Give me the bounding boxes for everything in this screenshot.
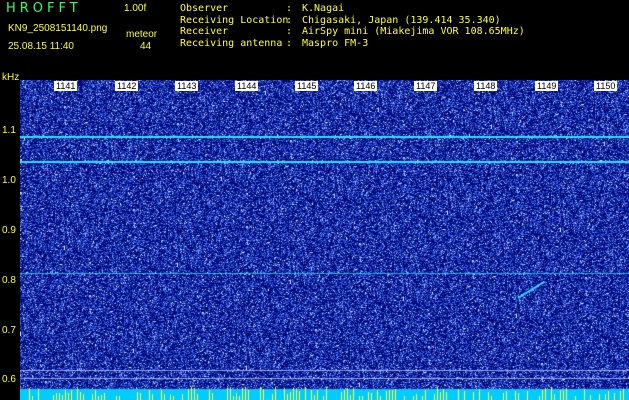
meta-separator: : <box>286 14 293 26</box>
y-tick-label: 0.6 <box>2 374 16 385</box>
meta-receiver: Receiver : AirSpy mini (Miakejima VOR 10… <box>180 26 525 38</box>
y-tick-label: 1.0 <box>2 175 16 186</box>
y-tick-label: 0.8 <box>2 275 16 286</box>
version-label: 1.00f <box>124 3 147 14</box>
meta-value: AirSpy mini (Miakejima VOR 108.65MHz) <box>302 26 525 37</box>
spectrogram-plot[interactable] <box>20 80 629 400</box>
app-title: HROFFT <box>6 1 82 16</box>
x-tick-label: 1145 <box>295 81 319 91</box>
meta-label: Receiving Location <box>180 14 289 26</box>
meta-value: K.Nagai <box>302 3 345 14</box>
meta-value: Maspro FM-3 <box>302 37 369 49</box>
meta-separator: : <box>286 26 293 37</box>
x-tick-label: 1142 <box>115 81 139 91</box>
x-tick-label: 1141 <box>54 81 78 91</box>
meta-label: Receiver <box>180 26 229 37</box>
x-tick-label: 1147 <box>414 81 438 91</box>
meta-antenna: Receiving antenna : Maspro FM-3 <box>180 38 525 50</box>
count-label: 44 <box>140 41 152 52</box>
y-tick-label: 1.1 <box>2 125 16 136</box>
filename-label: KN9_2508151140.png <box>8 23 108 34</box>
y-tick-label: 0.9 <box>2 225 16 236</box>
mode-label: meteor <box>126 29 158 40</box>
x-tick-label: 1146 <box>354 81 378 91</box>
meta-location: Receiving Location : Chigasaki, Japan (1… <box>180 15 525 27</box>
metadata-panel: Observer : K.Nagai Receiving Location : … <box>180 3 525 49</box>
x-tick-label: 1143 <box>175 81 199 91</box>
x-tick-label: 1144 <box>235 81 259 91</box>
timestamp-label: 25.08.15 11:40 <box>8 41 74 52</box>
meta-separator: : <box>286 3 293 14</box>
meta-label: Observer <box>180 3 229 14</box>
y-axis-unit: kHz <box>2 72 20 83</box>
x-tick-label: 1148 <box>474 81 498 91</box>
meta-value: Chigasaki, Japan (139.414 35.340) <box>302 14 501 26</box>
meta-separator: : <box>286 37 293 49</box>
y-tick-label: 0.7 <box>2 325 16 336</box>
x-tick-label: 1150 <box>594 81 618 91</box>
x-tick-label: 1149 <box>535 81 559 91</box>
spectrogram-canvas <box>20 80 629 400</box>
meta-observer: Observer : K.Nagai <box>180 3 525 15</box>
meta-label: Receiving antenna <box>180 37 283 49</box>
